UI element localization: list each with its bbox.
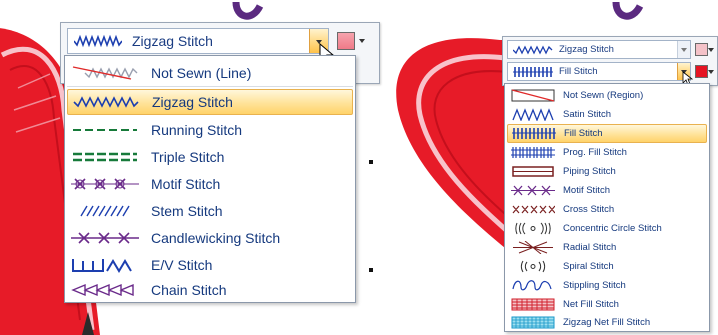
list-item-running-stitch[interactable]: Running Stitch — [67, 117, 353, 143]
line-stitch-dropdown-list[interactable]: Not Sewn (Line) Zigzag Stitch Running St… — [64, 55, 356, 303]
list-item-label: Fill Stitch — [564, 128, 603, 139]
list-item-satin-stitch[interactable]: Satin Stitch — [507, 105, 707, 124]
list-item-zigzag-stitch[interactable]: Zigzag Stitch — [67, 89, 353, 115]
not-sewn-line-icon — [72, 66, 138, 80]
candlewicking-stitch-icon — [71, 232, 139, 244]
zigzag-net-fill-stitch-icon — [511, 316, 555, 329]
fill-stitch-dropdown-list[interactable]: Not Sewn (Region) Satin Stitch Fill Stit… — [504, 83, 710, 332]
list-item-ev-stitch[interactable]: E/V Stitch — [67, 252, 353, 278]
combo-label: Zigzag Stitch — [559, 44, 614, 55]
list-item-label: E/V Stitch — [151, 257, 213, 273]
list-item-stem-stitch[interactable]: Stem Stitch — [67, 198, 353, 224]
list-item-label: Motif Stitch — [151, 176, 221, 192]
list-item-label: Net Fill Stitch — [563, 299, 619, 310]
list-item-label: Spiral Stitch — [563, 261, 614, 272]
list-item-label: Stippling Stitch — [563, 280, 626, 291]
list-item-net-fill-stitch[interactable]: Net Fill Stitch — [507, 295, 707, 314]
running-stitch-icon — [73, 129, 137, 131]
purple-accent-right — [612, 1, 644, 20]
list-item-motif-stitch[interactable]: Motif Stitch — [67, 171, 353, 197]
zigzag-stitch-icon — [73, 96, 139, 108]
list-item-stippling-stitch[interactable]: Stippling Stitch — [507, 276, 707, 295]
triple-stitch-icon — [73, 152, 137, 162]
piping-stitch-icon — [512, 166, 554, 177]
line-color-swatch[interactable] — [337, 32, 355, 50]
line-color-swatch[interactable] — [695, 43, 708, 56]
list-item-chain-stitch[interactable]: Chain Stitch — [67, 279, 353, 301]
fill-stitch-combo[interactable]: Fill Stitch — [507, 62, 691, 81]
list-item-concentric-circle-stitch[interactable]: Concentric Circle Stitch — [507, 219, 707, 238]
stippling-stitch-icon — [512, 280, 552, 291]
list-item-label: Zigzag Net Fill Stitch — [563, 317, 651, 328]
prog-fill-stitch-icon — [511, 147, 555, 158]
spiral-stitch-icon — [520, 260, 546, 273]
color-dropdown-icon[interactable] — [708, 70, 714, 74]
color-dropdown-icon[interactable] — [359, 39, 365, 43]
list-item-piping-stitch[interactable]: Piping Stitch — [507, 162, 707, 181]
list-item-prog-fill-stitch[interactable]: Prog. Fill Stitch — [507, 143, 707, 162]
zigzag-stitch-icon — [513, 45, 553, 54]
list-item-label: Candlewicking Stitch — [151, 230, 281, 246]
list-item-triple-stitch[interactable]: Triple Stitch — [67, 144, 353, 170]
list-item-spiral-stitch[interactable]: Spiral Stitch — [507, 257, 707, 276]
combo-label: Fill Stitch — [559, 66, 598, 77]
list-item-label: Zigzag Stitch — [152, 94, 233, 110]
list-item-not-sewn-region[interactable]: Not Sewn (Region) — [507, 86, 707, 105]
zigzag-stitch-icon — [74, 34, 122, 48]
list-item-label: Motif Stitch — [563, 185, 610, 196]
combo-label: Zigzag Stitch — [132, 33, 213, 49]
line-stitch-combo[interactable]: Zigzag Stitch — [67, 28, 329, 54]
motif-stitch-icon — [71, 178, 139, 190]
list-item-fill-stitch[interactable]: Fill Stitch — [507, 124, 707, 143]
chevron-down-icon — [681, 48, 687, 52]
bullet — [369, 160, 373, 164]
ev-stitch-icon — [72, 259, 132, 273]
cross-stitch-icon — [512, 205, 555, 214]
list-item-radial-stitch[interactable]: Radial Stitch — [507, 238, 707, 257]
radial-stitch-icon — [513, 241, 553, 254]
list-item-motif-stitch[interactable]: Motif Stitch — [507, 181, 707, 200]
stem-stitch-icon — [80, 205, 130, 217]
list-item-label: Stem Stitch — [151, 203, 223, 219]
list-item-label: Satin Stitch — [563, 109, 612, 120]
list-item-label: Not Sewn (Line) — [151, 65, 252, 81]
concentric-circle-stitch-icon — [515, 222, 551, 235]
motif-stitch-icon — [511, 185, 555, 196]
list-item-label: Not Sewn (Region) — [563, 90, 644, 101]
satin-stitch-icon — [512, 108, 554, 121]
fill-stitch-icon — [513, 66, 553, 77]
list-item-candlewicking-stitch[interactable]: Candlewicking Stitch — [67, 225, 353, 251]
list-item-label: Concentric Circle Stitch — [563, 223, 662, 234]
list-item-label: Prog. Fill Stitch — [563, 147, 627, 158]
combo-dropdown-button[interactable] — [677, 41, 690, 58]
list-item-label: Cross Stitch — [563, 204, 615, 215]
fill-stitch-icon — [512, 128, 556, 139]
list-item-not-sewn-line[interactable]: Not Sewn (Line) — [67, 60, 353, 87]
net-fill-stitch-icon — [511, 298, 555, 311]
chain-stitch-icon — [71, 283, 134, 297]
list-item-label: Triple Stitch — [151, 149, 225, 165]
bullet — [369, 268, 373, 272]
line-stitch-combo[interactable]: Zigzag Stitch — [507, 40, 691, 59]
list-item-label: Chain Stitch — [151, 282, 227, 298]
list-item-label: Piping Stitch — [563, 166, 616, 177]
right-stitch-toolbar: Zigzag Stitch Fill Stitch — [502, 36, 718, 86]
list-item-cross-stitch[interactable]: Cross Stitch — [507, 200, 707, 219]
list-item-zigzag-net-fill-stitch[interactable]: Zigzag Net Fill Stitch — [507, 314, 707, 331]
not-sewn-region-icon — [511, 89, 555, 102]
color-dropdown-icon[interactable] — [708, 48, 714, 52]
purple-accent-left — [232, 1, 264, 20]
list-item-label: Radial Stitch — [563, 242, 617, 253]
fill-color-swatch[interactable] — [695, 65, 708, 78]
list-item-label: Running Stitch — [151, 122, 243, 138]
